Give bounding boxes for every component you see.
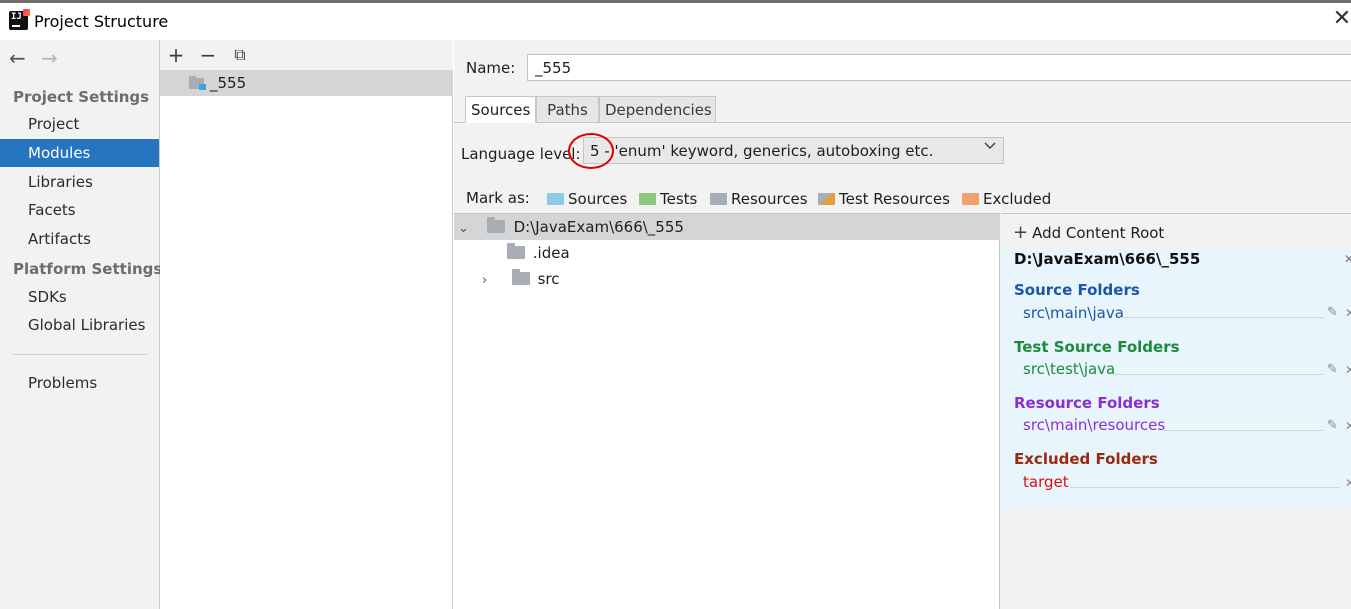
sidebar-item-artifacts[interactable]: Artifacts bbox=[0, 225, 159, 253]
module-name-label: _555 bbox=[210, 74, 247, 92]
mark-as-tests-button[interactable]: Tests bbox=[639, 190, 697, 208]
excluded-folders-title: Excluded Folders bbox=[1014, 450, 1158, 468]
source-folders-title: Source Folders bbox=[1014, 281, 1140, 299]
row-divider bbox=[1164, 430, 1324, 431]
mark-as-label: Mark as: bbox=[466, 189, 530, 207]
excluded-folder-icon bbox=[962, 193, 979, 205]
modules-list-panel bbox=[160, 40, 453, 609]
sidebar-item-libraries[interactable]: Libraries bbox=[0, 168, 159, 196]
mark-as-test-resources-button[interactable]: Test Resources bbox=[818, 190, 950, 208]
tree-item-label: src bbox=[537, 270, 560, 288]
language-level-dropdown[interactable]: 5 - 'enum' keyword, generics, autoboxing… bbox=[583, 137, 1004, 164]
content-root-path: D:\JavaExam\666\_555 bbox=[1014, 250, 1201, 268]
remove-icon[interactable]: ✕ bbox=[1345, 476, 1351, 490]
sidebar-divider bbox=[13, 354, 147, 355]
platform-settings-header: Platform Settings bbox=[13, 260, 163, 278]
tab-sources[interactable]: Sources bbox=[465, 96, 536, 123]
folder-icon bbox=[486, 217, 505, 233]
tab-paths[interactable]: Paths bbox=[536, 96, 599, 123]
folder-icon bbox=[507, 243, 525, 259]
sidebar-item-modules[interactable]: Modules bbox=[0, 139, 159, 167]
sidebar-item-problems[interactable]: Problems bbox=[0, 369, 159, 397]
test-resources-folder-icon bbox=[818, 193, 835, 205]
title-bar-top-border bbox=[0, 0, 1351, 3]
test-source-folder-item: src\test\java bbox=[1023, 360, 1116, 378]
row-divider bbox=[1070, 487, 1340, 488]
resources-folder-icon bbox=[710, 193, 727, 205]
sidebar-item-project[interactable]: Project bbox=[0, 110, 159, 138]
tree-row-src[interactable]: › src bbox=[454, 266, 1000, 292]
chevron-down-icon[interactable]: ⌄ bbox=[458, 216, 472, 242]
chevron-right-icon[interactable]: › bbox=[482, 268, 496, 294]
sources-folder-icon bbox=[547, 193, 564, 205]
source-folder-item: src\main\java bbox=[1023, 304, 1124, 322]
add-content-root-label: Add Content Root bbox=[1032, 224, 1165, 242]
sidebar-item-global-libraries[interactable]: Global Libraries bbox=[0, 311, 159, 339]
module-name-field[interactable] bbox=[527, 54, 1351, 81]
copy-module-button[interactable]: ⧉ bbox=[230, 44, 250, 66]
tree-row-root[interactable]: ⌄ D:\JavaExam\666\_555 bbox=[454, 214, 1000, 240]
tab-dependencies[interactable]: Dependencies bbox=[599, 96, 716, 123]
forward-arrow-icon[interactable]: → bbox=[41, 48, 58, 68]
tree-item-label: .idea bbox=[532, 244, 570, 262]
folder-icon bbox=[511, 269, 530, 285]
add-content-root-button[interactable]: + Add Content Root bbox=[1013, 222, 1164, 243]
remove-module-button[interactable]: − bbox=[198, 44, 218, 66]
test-source-folders-title: Test Source Folders bbox=[1014, 338, 1180, 356]
resource-folder-item: src\main\resources bbox=[1023, 416, 1166, 434]
sidebar-item-facets[interactable]: Facets bbox=[0, 196, 159, 224]
project-settings-header: Project Settings bbox=[13, 88, 150, 106]
mark-as-tests-label: Tests bbox=[660, 190, 698, 208]
close-window-button[interactable]: ✕ bbox=[1330, 8, 1351, 32]
mark-as-resources-button[interactable]: Resources bbox=[710, 190, 808, 208]
name-label: Name: bbox=[466, 59, 516, 77]
row-divider bbox=[1114, 374, 1324, 375]
tree-root-label: D:\JavaExam\666\_555 bbox=[513, 218, 684, 236]
remove-icon[interactable]: ✕ bbox=[1345, 363, 1351, 377]
mark-as-excluded-button[interactable]: Excluded bbox=[962, 190, 1051, 208]
remove-icon[interactable]: ✕ bbox=[1345, 306, 1351, 320]
edit-pencil-icon[interactable]: ✎ bbox=[1327, 305, 1338, 320]
excluded-folder-item: target bbox=[1023, 473, 1069, 491]
row-divider bbox=[1120, 317, 1324, 318]
tree-row-idea[interactable]: .idea bbox=[454, 240, 1000, 266]
red-annotation-circle bbox=[568, 133, 614, 169]
remove-content-root-icon[interactable]: ✕ bbox=[1344, 252, 1351, 266]
edit-pencil-icon[interactable]: ✎ bbox=[1327, 362, 1338, 377]
window-title: Project Structure bbox=[34, 12, 169, 31]
edit-pencil-icon[interactable]: ✎ bbox=[1327, 418, 1338, 433]
mark-as-excluded-label: Excluded bbox=[983, 190, 1052, 208]
resource-folders-title: Resource Folders bbox=[1014, 394, 1160, 412]
tests-folder-icon bbox=[639, 193, 656, 205]
intellij-logo-icon: IJ bbox=[9, 9, 30, 30]
mark-as-test-resources-label: Test Resources bbox=[839, 190, 950, 208]
module-folder-icon bbox=[189, 76, 206, 90]
language-level-label: Language level: bbox=[461, 145, 581, 163]
mark-as-sources-button[interactable]: Sources bbox=[547, 190, 627, 208]
title-bar bbox=[0, 0, 1351, 40]
mark-as-resources-label: Resources bbox=[731, 190, 808, 208]
back-arrow-icon[interactable]: ← bbox=[9, 48, 26, 68]
plus-icon: + bbox=[1013, 222, 1029, 243]
add-module-button[interactable]: + bbox=[166, 44, 186, 66]
remove-icon[interactable]: ✕ bbox=[1345, 419, 1351, 433]
sidebar-item-sdks[interactable]: SDKs bbox=[0, 283, 159, 311]
chevron-down-icon bbox=[983, 140, 997, 155]
mark-as-sources-label: Sources bbox=[568, 190, 628, 208]
